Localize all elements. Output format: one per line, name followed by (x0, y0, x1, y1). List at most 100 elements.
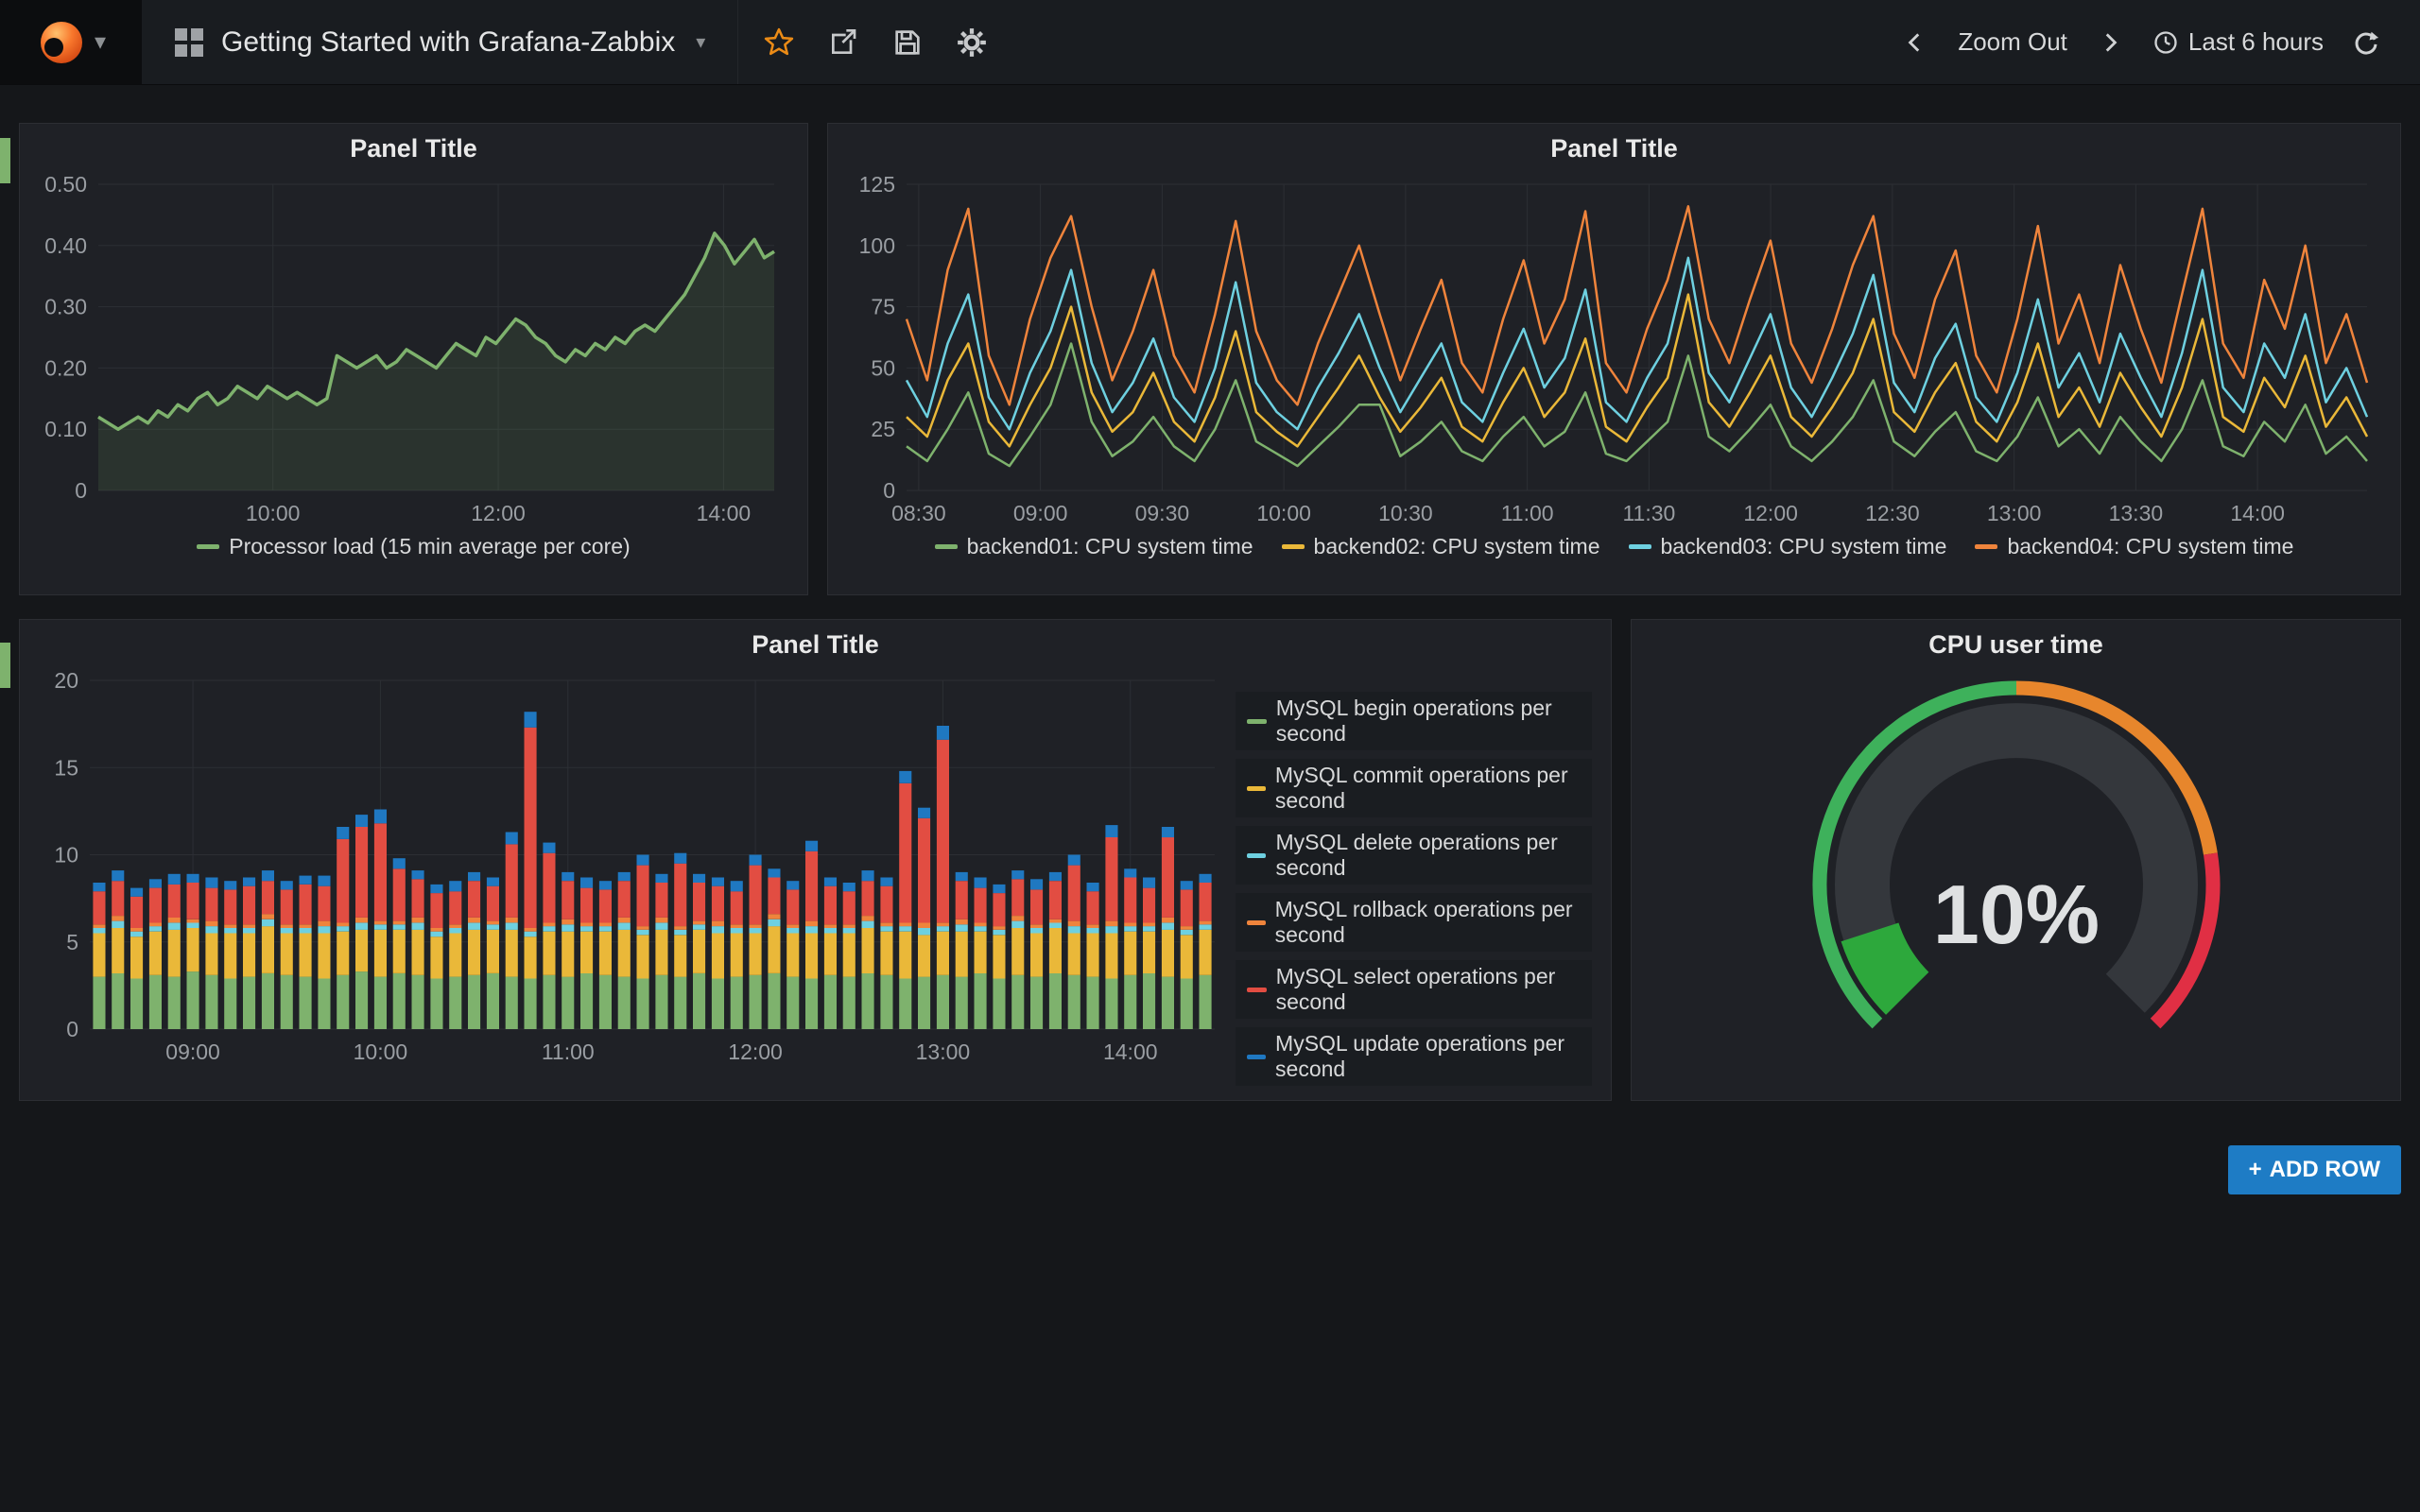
save-icon (892, 27, 923, 58)
legend-swatch (935, 544, 958, 549)
time-range-picker[interactable]: Last 6 hours (2143, 22, 2333, 62)
legend-label: backend02: CPU system time (1314, 534, 1600, 559)
legend-item[interactable]: MySQL delete operations per second (1236, 826, 1592, 885)
legend-item[interactable]: backend04: CPU system time (1975, 534, 2293, 559)
add-row-label: ADD ROW (2270, 1157, 2380, 1183)
dashboard-row: Panel Title 0510152009:0010:0011:0012:00… (19, 619, 2401, 1101)
legend-item[interactable]: MySQL commit operations per second (1236, 759, 1592, 817)
svg-text:10:00: 10:00 (354, 1040, 408, 1064)
svg-text:11:00: 11:00 (1501, 501, 1554, 525)
panel-cpu-user-time-gauge: CPU user time 10% (1631, 619, 2401, 1101)
svg-text:12:00: 12:00 (1743, 501, 1798, 525)
svg-text:75: 75 (871, 295, 895, 319)
row-toggle[interactable] (0, 138, 10, 183)
share-button[interactable] (816, 15, 871, 70)
chevron-left-icon (1903, 30, 1927, 55)
zoom-out-button[interactable]: Zoom Out (1948, 22, 2077, 62)
stacked-bar-chart[interactable]: 0510152009:0010:0011:0012:0013:0014:00 (29, 667, 1230, 1069)
svg-text:0.20: 0.20 (44, 355, 87, 380)
panel-title[interactable]: Panel Title (20, 620, 1611, 667)
legend-item[interactable]: backend02: CPU system time (1282, 534, 1600, 559)
panel-title[interactable]: CPU user time (1632, 620, 2400, 667)
legend-swatch (1247, 920, 1266, 925)
legend-label: MySQL begin operations per second (1276, 696, 1581, 747)
save-button[interactable] (880, 15, 935, 70)
settings-button[interactable] (944, 15, 999, 70)
chevron-right-icon (2098, 30, 2122, 55)
legend-label: backend04: CPU system time (2007, 534, 2293, 559)
svg-text:13:30: 13:30 (2109, 501, 2164, 525)
svg-text:10:00: 10:00 (1256, 501, 1311, 525)
navbar: ▾ Getting Started with Grafana-Zabbix ▾ (0, 0, 2420, 85)
star-icon (763, 26, 795, 59)
sidemenu-toggle[interactable]: ▾ (0, 0, 142, 84)
legend-swatch (1282, 544, 1305, 549)
svg-text:11:00: 11:00 (542, 1040, 595, 1064)
svg-text:14:00: 14:00 (2230, 501, 2285, 525)
svg-text:14:00: 14:00 (1103, 1040, 1158, 1064)
refresh-icon (2352, 28, 2380, 57)
svg-text:125: 125 (859, 172, 895, 197)
legend-item[interactable]: MySQL update operations per second (1236, 1027, 1592, 1086)
row-toggle[interactable] (0, 643, 10, 688)
legend-label: MySQL select operations per second (1276, 964, 1581, 1015)
clock-icon (2152, 29, 2179, 56)
svg-text:100: 100 (859, 233, 895, 258)
panel-title[interactable]: Panel Title (828, 124, 2400, 171)
panel-processor-load: Panel Title 00.100.200.300.400.5010:0012… (19, 123, 808, 595)
svg-text:13:00: 13:00 (1987, 501, 2042, 525)
legend-item[interactable]: Processor load (15 min average per core) (197, 534, 630, 559)
addrow-bar: + ADD ROW (19, 1145, 2401, 1194)
svg-text:0.40: 0.40 (44, 233, 87, 258)
svg-text:20: 20 (54, 668, 78, 693)
svg-text:5: 5 (66, 930, 78, 954)
legend-label: MySQL delete operations per second (1275, 830, 1581, 881)
plus-icon: + (2249, 1157, 2262, 1183)
svg-text:0: 0 (883, 478, 895, 503)
caret-down-icon: ▾ (696, 30, 705, 54)
legend-swatch (1247, 853, 1266, 858)
svg-text:09:00: 09:00 (165, 1040, 220, 1064)
caret-down-icon: ▾ (95, 28, 106, 56)
svg-text:11:30: 11:30 (1622, 501, 1675, 525)
dashboard-title-dropdown[interactable]: Getting Started with Grafana-Zabbix ▾ (142, 0, 738, 84)
chart-legend: Processor load (15 min average per core) (20, 534, 807, 559)
chart-legend: MySQL begin operations per second MySQL c… (1230, 667, 1611, 1086)
svg-text:0.50: 0.50 (44, 172, 87, 197)
dashboard-row: Panel Title 00.100.200.300.400.5010:0012… (19, 123, 2401, 595)
svg-text:09:00: 09:00 (1013, 501, 1068, 525)
panel-mysql-operations: Panel Title 0510152009:0010:0011:0012:00… (19, 619, 1612, 1101)
time-controls: Zoom Out Last 6 hours (1888, 0, 2420, 84)
time-shift-forward-button[interactable] (2083, 15, 2137, 70)
time-shift-back-button[interactable] (1888, 15, 1943, 70)
legend-label: backend01: CPU system time (967, 534, 1253, 559)
svg-text:09:30: 09:30 (1135, 501, 1190, 525)
line-chart[interactable]: 025507510012508:3009:0009:3010:0010:3011… (846, 171, 2382, 530)
svg-text:0.10: 0.10 (44, 417, 87, 441)
legend-item[interactable]: MySQL rollback operations per second (1236, 893, 1592, 952)
legend-swatch (1247, 786, 1266, 791)
legend-item[interactable]: MySQL begin operations per second (1236, 692, 1592, 750)
svg-text:10%: 10% (1932, 868, 2099, 961)
panel-title[interactable]: Panel Title (20, 124, 807, 171)
line-chart[interactable]: 00.100.200.300.400.5010:0012:0014:00 (38, 171, 789, 530)
svg-text:0: 0 (66, 1017, 78, 1041)
time-range-label: Last 6 hours (2188, 27, 2324, 57)
legend-item[interactable]: backend01: CPU system time (935, 534, 1253, 559)
refresh-button[interactable] (2339, 15, 2394, 70)
add-row-button[interactable]: + ADD ROW (2228, 1145, 2401, 1194)
svg-text:13:00: 13:00 (916, 1040, 971, 1064)
legend-swatch (197, 544, 219, 549)
svg-text:0: 0 (75, 478, 87, 503)
panel-cpu-system-time: Panel Title 025507510012508:3009:0009:30… (827, 123, 2401, 595)
legend-label: MySQL update operations per second (1275, 1031, 1581, 1082)
grafana-logo-icon (36, 17, 87, 68)
gauge-chart: 10% (1685, 667, 2347, 1074)
svg-text:10:30: 10:30 (1378, 501, 1433, 525)
legend-item[interactable]: backend03: CPU system time (1629, 534, 1947, 559)
legend-swatch (1247, 1055, 1266, 1059)
star-button[interactable] (752, 15, 806, 70)
svg-text:12:30: 12:30 (1865, 501, 1920, 525)
legend-label: backend03: CPU system time (1661, 534, 1947, 559)
legend-item[interactable]: MySQL select operations per second (1236, 960, 1592, 1019)
